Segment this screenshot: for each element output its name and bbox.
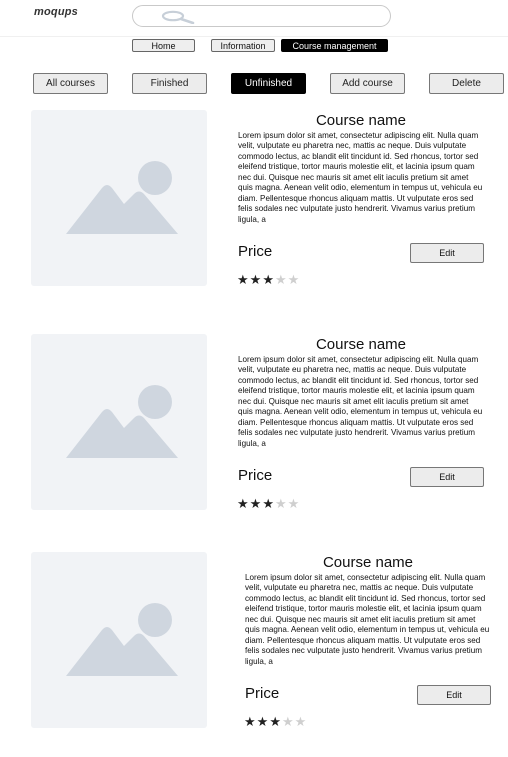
star-filled-icon[interactable]: ★: [250, 496, 263, 511]
course-description: Lorem ipsum dolor sit amet, consectetur …: [238, 355, 483, 448]
course-card: Course name Lorem ipsum dolor sit amet, …: [0, 552, 508, 742]
header-divider: [0, 36, 508, 37]
nav-information[interactable]: Information: [211, 39, 275, 52]
star-empty-icon[interactable]: ★: [288, 272, 301, 287]
add-course-button[interactable]: Add course: [330, 73, 405, 94]
course-card: Course name Lorem ipsum dolor sit amet, …: [0, 110, 508, 300]
course-image: [31, 110, 207, 286]
course-name: Course name: [315, 336, 407, 353]
star-filled-icon[interactable]: ★: [262, 496, 275, 511]
course-description: Lorem ipsum dolor sit amet, consectetur …: [245, 573, 490, 666]
search-input[interactable]: [132, 5, 391, 27]
nav-course-management[interactable]: Course management: [281, 39, 388, 52]
rating-stars: ★★★★★: [237, 496, 300, 512]
edit-button[interactable]: Edit: [417, 685, 491, 705]
star-filled-icon[interactable]: ★: [257, 714, 270, 729]
course-price: Price: [245, 685, 280, 702]
star-empty-icon[interactable]: ★: [275, 272, 288, 287]
star-empty-icon[interactable]: ★: [288, 496, 301, 511]
star-filled-icon[interactable]: ★: [237, 496, 250, 511]
star-filled-icon[interactable]: ★: [269, 714, 282, 729]
search-icon: [161, 10, 195, 24]
unfinished-button[interactable]: Unfinished: [231, 73, 306, 94]
course-name: Course name: [322, 554, 414, 571]
star-empty-icon[interactable]: ★: [295, 714, 308, 729]
all-courses-button[interactable]: All courses: [33, 73, 108, 94]
course-card: Course name Lorem ipsum dolor sit amet, …: [0, 334, 508, 524]
edit-button[interactable]: Edit: [410, 243, 484, 263]
finished-button[interactable]: Finished: [132, 73, 207, 94]
edit-button[interactable]: Edit: [410, 467, 484, 487]
star-filled-icon[interactable]: ★: [237, 272, 250, 287]
nav-home[interactable]: Home: [132, 39, 195, 52]
app-logo[interactable]: moqups: [34, 6, 78, 18]
star-filled-icon[interactable]: ★: [262, 272, 275, 287]
star-empty-icon[interactable]: ★: [282, 714, 295, 729]
course-name: Course name: [315, 112, 407, 129]
star-filled-icon[interactable]: ★: [244, 714, 257, 729]
star-filled-icon[interactable]: ★: [250, 272, 263, 287]
rating-stars: ★★★★★: [244, 714, 307, 730]
course-image: [31, 552, 207, 728]
course-description: Lorem ipsum dolor sit amet, consectetur …: [238, 131, 483, 224]
delete-button[interactable]: Delete: [429, 73, 504, 94]
course-image: [31, 334, 207, 510]
image-placeholder-icon: [66, 603, 178, 676]
course-price: Price: [238, 243, 273, 260]
image-placeholder-icon: [66, 385, 178, 458]
image-placeholder-icon: [66, 161, 178, 234]
star-empty-icon[interactable]: ★: [275, 496, 288, 511]
course-price: Price: [238, 467, 273, 484]
rating-stars: ★★★★★: [237, 272, 300, 288]
